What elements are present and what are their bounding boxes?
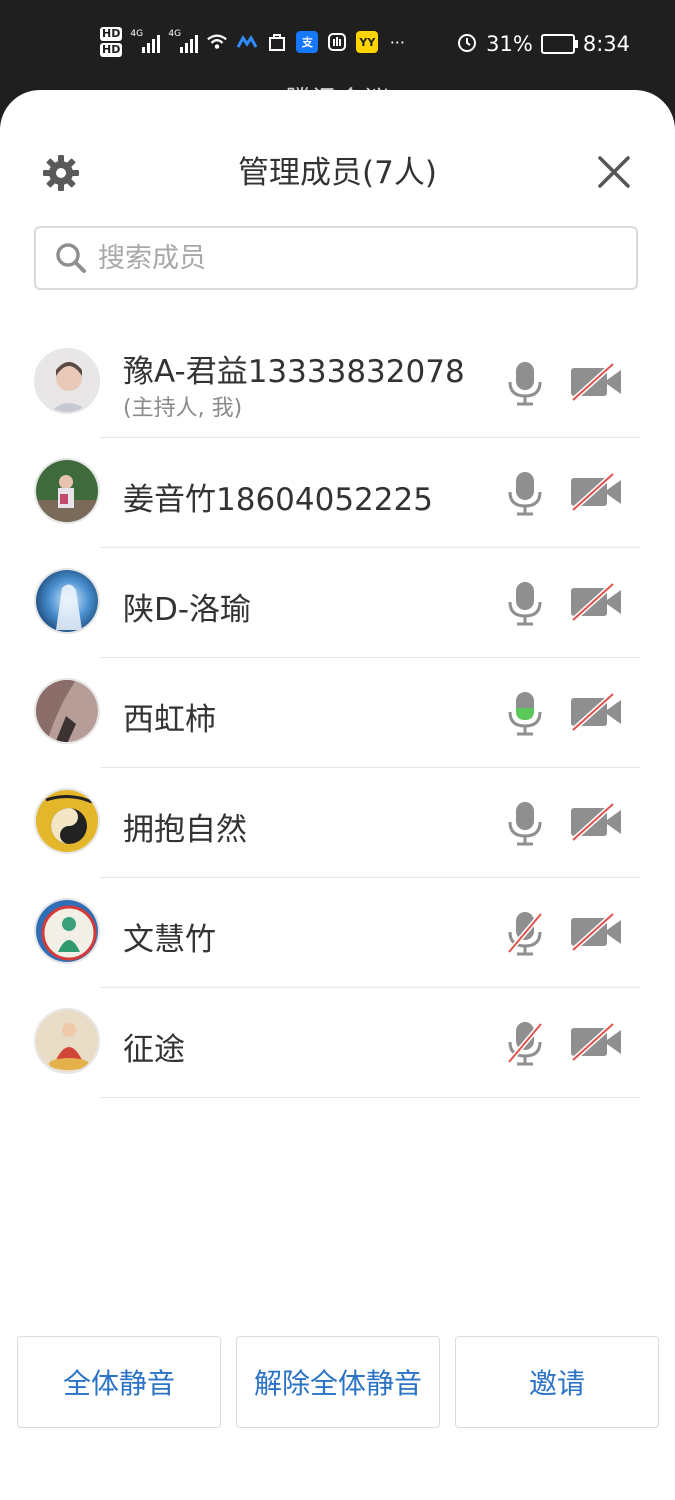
signal-icon-2: 4G bbox=[168, 29, 199, 53]
microphone-muted-icon[interactable] bbox=[503, 910, 547, 956]
member-list: 豫A-君益13333832078 (主持人, 我) 姜音竹18604052225 bbox=[0, 328, 675, 1098]
network-type-2: 4G bbox=[168, 29, 182, 39]
meeting-app-icon bbox=[236, 31, 258, 53]
member-name: 陕D-洛瑜 bbox=[123, 592, 252, 628]
close-icon[interactable] bbox=[592, 150, 636, 194]
microphone-icon[interactable] bbox=[503, 580, 547, 626]
hand-icon bbox=[326, 31, 348, 53]
member-row[interactable]: 陕D-洛瑜 bbox=[0, 548, 675, 658]
camera-off-icon[interactable] bbox=[569, 692, 623, 732]
member-name: 姜音竹18604052225 bbox=[123, 482, 433, 518]
member-name: 征途 bbox=[123, 1032, 185, 1068]
camera-off-icon[interactable] bbox=[569, 362, 623, 402]
wifi-icon bbox=[206, 31, 228, 53]
row-divider bbox=[100, 1097, 640, 1098]
status-left-icons: HD HD 4G 4G 支 YY ··· bbox=[100, 22, 408, 62]
network-type-1: 4G bbox=[130, 29, 144, 39]
more-notifications-icon: ··· bbox=[389, 32, 405, 52]
action-bar: 全体静音 解除全体静音 邀请 bbox=[0, 1336, 675, 1428]
camera-off-icon[interactable] bbox=[569, 472, 623, 512]
alarm-icon bbox=[456, 31, 478, 58]
search-members-field[interactable] bbox=[34, 226, 638, 290]
avatar bbox=[34, 1008, 100, 1074]
avatar bbox=[34, 678, 100, 744]
panel-title: 管理成员(7人) bbox=[238, 155, 437, 191]
member-name: 文慧竹 bbox=[123, 922, 216, 958]
avatar bbox=[34, 458, 100, 524]
avatar bbox=[34, 568, 100, 634]
microphone-muted-icon[interactable] bbox=[503, 1020, 547, 1066]
member-role: (主持人, 我) bbox=[123, 396, 243, 421]
microphone-speaking-icon[interactable] bbox=[503, 690, 547, 736]
battery-percentage: 31% bbox=[486, 32, 533, 56]
member-row[interactable]: 西虹柿 bbox=[0, 658, 675, 768]
member-name: 拥抱自然 bbox=[123, 812, 247, 848]
member-row[interactable]: 征途 bbox=[0, 988, 675, 1098]
alipay-icon: 支 bbox=[296, 31, 319, 53]
battery-icon bbox=[540, 34, 578, 54]
avatar bbox=[34, 348, 100, 414]
member-row[interactable]: 拥抱自然 bbox=[0, 768, 675, 878]
manage-members-sheet: 管理成员(7人) 豫A-君益13333832078 (主持人, 我) bbox=[0, 90, 675, 1500]
member-row[interactable]: 豫A-君益13333832078 (主持人, 我) bbox=[0, 328, 675, 438]
search-input[interactable] bbox=[96, 241, 636, 275]
member-row[interactable]: 姜音竹18604052225 bbox=[0, 438, 675, 548]
member-row[interactable]: 文慧竹 bbox=[0, 878, 675, 988]
member-name: 豫A-君益13333832078 bbox=[123, 354, 465, 390]
camera-off-icon[interactable] bbox=[569, 1022, 623, 1062]
camera-off-icon[interactable] bbox=[569, 912, 623, 952]
search-icon bbox=[56, 243, 86, 273]
avatar bbox=[34, 898, 100, 964]
hd-indicator-2: HD bbox=[100, 43, 123, 57]
microphone-icon[interactable] bbox=[503, 800, 547, 846]
status-right-icons: 31% 8:34 bbox=[456, 24, 630, 64]
microphone-icon[interactable] bbox=[503, 360, 547, 406]
camera-off-icon[interactable] bbox=[569, 582, 623, 622]
microphone-icon[interactable] bbox=[503, 470, 547, 516]
signal-icon-1: 4G bbox=[130, 29, 161, 53]
bag-icon bbox=[266, 31, 288, 53]
mute-all-button[interactable]: 全体静音 bbox=[17, 1336, 221, 1428]
avatar bbox=[34, 788, 100, 854]
clock: 8:34 bbox=[582, 32, 630, 56]
hd-indicator-1: HD bbox=[100, 27, 123, 41]
yy-app-icon: YY bbox=[356, 31, 379, 53]
member-name: 西虹柿 bbox=[123, 702, 216, 738]
unmute-all-button[interactable]: 解除全体静音 bbox=[236, 1336, 440, 1428]
hd-indicators: HD HD bbox=[100, 27, 123, 57]
camera-off-icon[interactable] bbox=[569, 802, 623, 842]
invite-button[interactable]: 邀请 bbox=[455, 1336, 659, 1428]
